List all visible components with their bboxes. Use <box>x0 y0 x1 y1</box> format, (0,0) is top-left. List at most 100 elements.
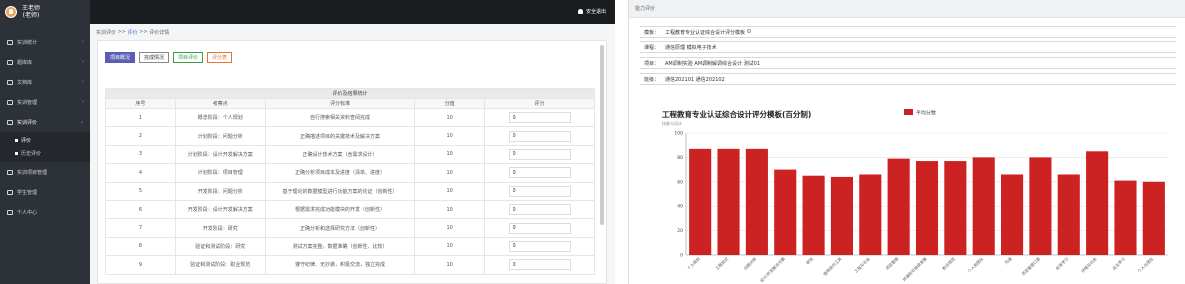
sidebar-subitem-evaluate[interactable]: 评价 <box>0 134 90 147</box>
sidebar: 王老师 (老师) 实训统计 › 题库库 › 文档库 › 实训管理 › 实训评价 … <box>0 0 90 284</box>
standard-cell: 正确分析和选择研究方法（创新性） <box>264 218 416 238</box>
col-header-index: 序号 <box>105 98 176 109</box>
value-cell: 10 <box>414 144 486 165</box>
table-caption: 评价及结果统计 <box>105 88 595 99</box>
score-input[interactable] <box>508 130 571 142</box>
score-cell <box>484 181 595 201</box>
score-input[interactable] <box>508 259 571 271</box>
top-bar: 安全退出 <box>90 0 615 24</box>
sidebar-item-students[interactable]: 学生管理 <box>0 182 90 202</box>
chart-subtitle: 技能与设计 <box>662 120 682 126</box>
info-value: AM调制实验 AM调制解调综合设计 测试01 <box>665 60 761 67</box>
info-value: 通信原理 模拟电子技术 <box>665 44 717 51</box>
user-icon <box>7 209 13 215</box>
book-icon <box>7 59 13 65</box>
sidebar-item-label: 实训项目管理 <box>17 169 48 176</box>
standard-cell: 测试方案完整，数据准确（创新性、比较） <box>264 236 416 257</box>
breadcrumb-current: 评价详情 <box>149 29 170 36</box>
sidebar-item-label: 个人中心 <box>17 209 38 216</box>
breadcrumb: 实训评价 >> 评价 >> 评价详情 <box>90 24 615 40</box>
sidebar-item-documents[interactable]: 文档库 › <box>0 72 90 92</box>
x-tick-label: 沟通 <box>1003 255 1013 265</box>
bar <box>915 161 939 255</box>
index-cell: 8 <box>105 236 176 257</box>
legend-swatch <box>904 109 913 115</box>
chevron-down-icon: ⌄ <box>79 119 84 125</box>
score-input[interactable] <box>508 222 571 234</box>
value-cell: 10 <box>414 181 486 201</box>
standard-cell: 遵守纪律、无抄袭，积极交流，独立完成 <box>264 255 416 275</box>
chevron-right-icon: › <box>82 59 84 65</box>
user-profile[interactable]: 王老师 (老师) <box>0 0 90 24</box>
tab-score-sheet[interactable]: 评分表 <box>207 52 233 63</box>
monitor-icon <box>7 99 13 105</box>
x-tick-label: 设计/开发解决方案 <box>758 255 786 283</box>
chevron-right-icon: › <box>82 99 84 105</box>
index-cell: 3 <box>105 144 176 165</box>
sidebar-submenu: 评价 历史评价 <box>0 132 90 162</box>
sidebar-nav: 实训统计 › 题库库 › 文档库 › 实训管理 › 实训评价 ⌄ 评价 历史评价… <box>0 32 90 222</box>
x-tick-label: 工程知识 <box>714 255 730 271</box>
score-cell <box>484 199 595 220</box>
breadcrumb-root[interactable]: 实训评价 <box>96 29 116 36</box>
score-input[interactable] <box>508 167 571 179</box>
avatar[interactable] <box>5 6 17 18</box>
breadcrumb-link[interactable]: 评价 <box>128 29 138 36</box>
tab-project-overview[interactable]: 项目概况 <box>105 52 136 63</box>
info-class: 班级： 通信202101 通信202102 <box>640 73 1176 85</box>
template-name: 工程教育专业认证综合设计评分模板 <box>665 29 746 36</box>
info-value: 通信202101 通信202102 <box>665 76 725 83</box>
value-cell: 10 <box>414 236 486 257</box>
standard-cell: 正确描述项目的关键技术及解决方案 <box>264 126 416 146</box>
score-input[interactable] <box>508 185 571 197</box>
bar <box>944 161 967 255</box>
breadcrumb-sep: >> <box>117 29 126 35</box>
bar <box>745 148 768 255</box>
sidebar-subitem-history[interactable]: 历史评价 <box>0 147 90 160</box>
info-project: 项目： AM调制实验 AM调制解调综合设计 测试01 <box>640 57 1176 69</box>
bar <box>1114 180 1137 255</box>
graduation-icon <box>7 119 13 125</box>
score-input[interactable] <box>508 240 571 252</box>
index-cell: 6 <box>105 199 176 220</box>
sidebar-subitem-label: 评价 <box>21 138 32 144</box>
score-input[interactable] <box>508 148 571 160</box>
x-tick-label: 个人与团队 <box>1136 255 1154 273</box>
standard-cell: 正确分析项目成本及进度（清单、进度） <box>264 163 416 183</box>
scrollbar[interactable] <box>600 45 604 225</box>
breadcrumb-sep: >> <box>139 29 148 35</box>
x-tick-label: 终身学习 <box>1054 255 1070 271</box>
sidebar-item-evaluation[interactable]: 实训评价 ⌄ <box>0 112 90 132</box>
info-label: 模板： <box>644 29 660 36</box>
point-cell: 开发阶段：研究 <box>174 218 266 238</box>
tab-project-evaluation[interactable]: 项目评价 <box>173 52 204 63</box>
score-input[interactable] <box>508 112 571 124</box>
sidebar-item-label: 实训评价 <box>17 119 38 126</box>
index-cell: 7 <box>105 218 176 238</box>
index-cell: 5 <box>105 181 176 201</box>
tab-completion[interactable]: 完成情况 <box>139 52 170 63</box>
y-tick-label: 80 <box>677 155 683 161</box>
x-tick-label: 研究 <box>804 255 814 265</box>
bar <box>802 175 825 255</box>
score-cell <box>484 255 595 275</box>
info-label: 班级： <box>644 76 660 83</box>
y-tick-label: 100 <box>674 131 683 137</box>
score-input[interactable] <box>508 204 571 216</box>
score-cell <box>484 107 595 128</box>
doc-icon <box>7 79 13 85</box>
logout-button[interactable]: 安全退出 <box>577 8 606 15</box>
sidebar-item-question-bank[interactable]: 题库库 › <box>0 52 90 72</box>
edit-icon[interactable] <box>747 28 752 33</box>
sidebar-item-project-manage[interactable]: 实训项目管理 <box>0 162 90 182</box>
y-tick-label: 60 <box>677 179 683 185</box>
sidebar-item-training-manage[interactable]: 实训管理 › <box>0 92 90 112</box>
point-cell: 概念阶段：个人规划 <box>174 107 266 128</box>
score-cell <box>484 144 595 165</box>
value-cell: 10 <box>414 218 486 238</box>
chevron-right-icon: › <box>82 79 84 85</box>
sidebar-item-stats[interactable]: 实训统计 › <box>0 32 90 52</box>
chart-title: 工程教育专业认证综合设计评分模板(百分制) <box>662 109 811 119</box>
sidebar-item-profile[interactable]: 个人中心 <box>0 202 90 222</box>
score-bar-chart: 工程教育专业认证综合设计评分模板(百分制)技能与设计 平均分数 0 20 40 60 80 1… <box>662 109 1168 283</box>
